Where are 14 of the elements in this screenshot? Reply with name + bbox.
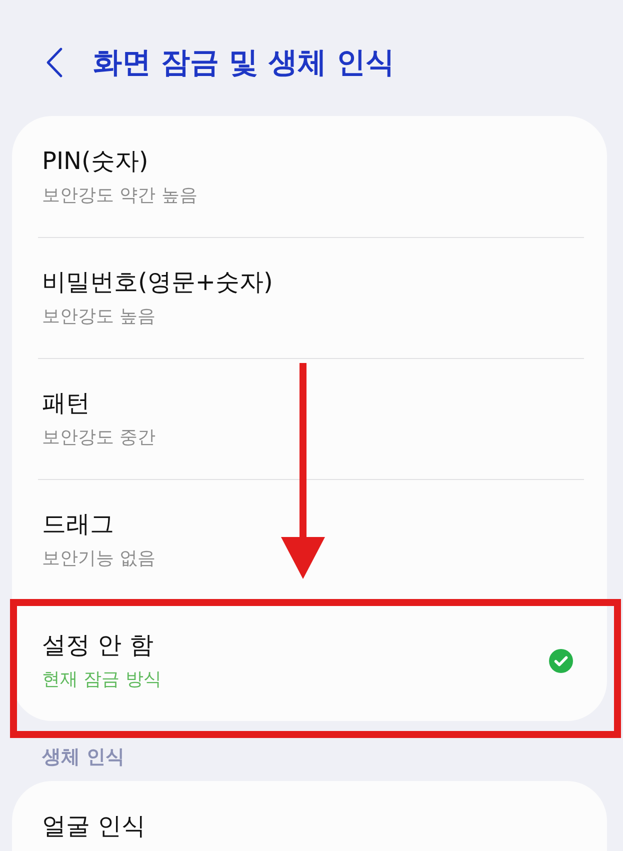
option-subtitle: 보안기능 없음: [42, 547, 156, 571]
option-subtitle: 현재 잠금 방식: [42, 668, 162, 692]
page-title: 화면 잠금 및 생체 인식: [93, 44, 394, 81]
option-subtitle: 보안강도 중간: [42, 426, 156, 450]
back-icon[interactable]: [45, 46, 63, 78]
option-title[interactable]: 설정 안 함: [42, 629, 154, 661]
option-subtitle: 보안강도 약간 높음: [42, 184, 198, 208]
section-title: 생체 인식: [42, 745, 125, 769]
option-title[interactable]: 패턴: [42, 387, 90, 419]
option-title[interactable]: 비밀번호(영문+숫자): [42, 266, 273, 298]
option-title[interactable]: 얼굴 인식: [42, 810, 146, 842]
option-subtitle: 보안강도 높음: [42, 305, 156, 329]
option-title[interactable]: PIN(숫자): [42, 144, 148, 176]
option-title[interactable]: 드래그: [42, 508, 114, 540]
